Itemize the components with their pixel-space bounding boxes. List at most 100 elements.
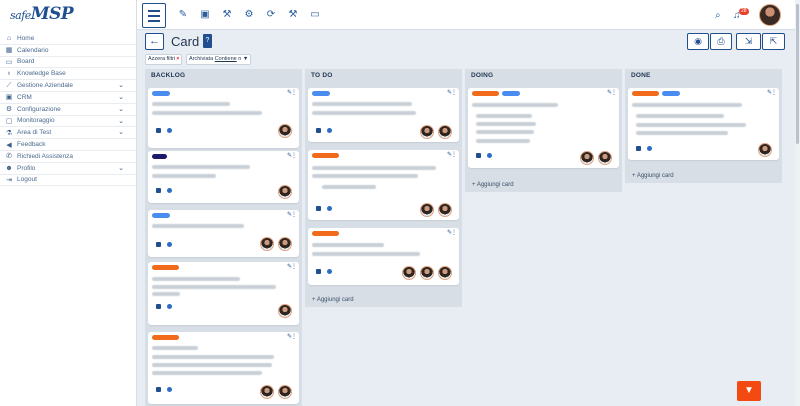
more-icon[interactable]: ⋮ [451, 151, 457, 158]
print-icon: ⎙ [717, 36, 725, 46]
add-card-button[interactable]: + Aggiungi card [625, 169, 782, 183]
tag-orange [152, 335, 179, 340]
sidebar-item-richiedi-assistenza[interactable]: ✆ Richiedi Assistenza [0, 151, 136, 163]
tag-blue [152, 91, 170, 96]
sidebar-item-configurazione[interactable]: ⚙ Configurazione ⌄ [0, 104, 136, 116]
card[interactable]: ✎ ⋮ [148, 88, 299, 148]
sidebar-item-home[interactable]: ⌂ Home [0, 33, 136, 45]
calendar-icon: ▦ [5, 47, 13, 55]
filter-icon: ▼ [242, 56, 249, 62]
gear-hand-icon[interactable]: ⚙ [243, 9, 255, 21]
close-icon[interactable]: × [176, 56, 179, 62]
menu-toggle-button[interactable] [142, 3, 166, 28]
add-card-button[interactable]: + Aggiungi card [305, 293, 462, 307]
tag-blue [662, 91, 680, 96]
add-card-button[interactable]: + Aggiungi card [465, 178, 622, 192]
sidebar-item-area-di-test[interactable]: ⚗ Area di Test ⌄ [0, 127, 136, 140]
card[interactable]: ✎ ⋮ [468, 88, 619, 168]
archive-icon [156, 387, 161, 392]
sidebar-item-crm[interactable]: ▣ CRM ⌄ [0, 92, 136, 104]
sidebar-item-feedback[interactable]: ◀ Feedback [0, 139, 136, 151]
archive-icon [156, 242, 161, 247]
card[interactable]: ✎ ⋮ [148, 210, 299, 257]
more-icon[interactable]: ⋮ [451, 229, 457, 236]
more-icon[interactable]: ⋮ [291, 89, 297, 96]
camera-button[interactable]: ◉ [687, 33, 709, 50]
more-icon[interactable]: ⋮ [291, 152, 297, 159]
user-avatar[interactable] [759, 4, 781, 26]
comment-icon [327, 128, 332, 133]
print-button[interactable]: ⎙ [710, 33, 732, 50]
card[interactable]: ✎ ⋮ [308, 150, 459, 220]
sidebar-item-gestione-aziendale[interactable]: ⟋ Gestione Aziendale ⌄ [0, 80, 136, 92]
avatar [438, 125, 452, 139]
reset-filters-chip[interactable]: Azzera filtri× [145, 54, 183, 65]
archive-icon [636, 146, 641, 151]
search-icon[interactable]: ⌕ [715, 10, 721, 21]
card[interactable]: ✎ ⋮ [308, 228, 459, 285]
chart-icon: ⟋ [6, 81, 12, 89]
avatar [402, 266, 416, 280]
chevron-down-icon: ⌄ [118, 129, 124, 137]
back-button[interactable]: ← [145, 33, 164, 50]
more-icon[interactable]: ⋮ [291, 211, 297, 218]
bulb-icon: ♁ [6, 70, 12, 78]
more-icon[interactable]: ⋮ [611, 89, 617, 96]
archived-filter-chip[interactable]: Archiviata Contiene n ▼ [186, 54, 252, 65]
chevron-down-icon: ⌄ [118, 105, 124, 113]
export-button[interactable]: ⇱ [762, 33, 785, 50]
tools-icon[interactable]: ⚒ [287, 9, 299, 21]
card[interactable]: ✎ ⋮ [148, 262, 299, 325]
column-title: TO DO [311, 72, 333, 79]
card[interactable]: ✎ ⋮ [148, 151, 299, 203]
scrollbar-thumb[interactable] [796, 4, 799, 144]
sidebar-item-board[interactable]: ▭ Board [0, 57, 136, 69]
more-icon[interactable]: ⋮ [451, 89, 457, 96]
card[interactable]: ✎ ⋮ [308, 88, 459, 142]
archive-icon [476, 153, 481, 158]
sidebar-item-profilo[interactable]: ☻ Profilo ⌄ [0, 163, 136, 175]
sync-icon[interactable]: ⟳ [265, 9, 277, 21]
notification-badge: 28 [739, 8, 749, 15]
avatar [260, 237, 274, 251]
sidebar-item-monitoraggio[interactable]: ▢ Monitoraggio ⌄ [0, 116, 136, 128]
more-icon[interactable]: ⋮ [291, 263, 297, 270]
scrollbar[interactable] [795, 0, 800, 406]
flask-icon: ⚗ [5, 129, 13, 137]
import-button[interactable]: ⇲ [736, 33, 761, 50]
id-card-icon[interactable]: ▣ [199, 9, 211, 21]
tools-icon[interactable]: ⚒ [221, 9, 233, 21]
avatar [260, 385, 274, 399]
tag-navy [152, 154, 167, 159]
avatar [420, 125, 434, 139]
avatar [438, 203, 452, 217]
more-icon[interactable]: ⋮ [771, 89, 777, 96]
avatar [580, 151, 594, 165]
clipboard-icon: ? [203, 34, 212, 48]
tag-orange [312, 231, 339, 236]
column-title: DONE [631, 72, 651, 79]
comment-icon [167, 128, 172, 133]
column-backlog: BACKLOG ✎ ⋮ ✎ ⋮ ✎ ⋮ ✎ ⋮ ✎ ⋮ [145, 69, 302, 406]
avatar [278, 237, 292, 251]
avatar [420, 203, 434, 217]
avatar [420, 266, 434, 280]
more-icon[interactable]: ⋮ [291, 333, 297, 340]
laptop-icon[interactable]: ▭ [309, 9, 321, 21]
comment-icon [167, 188, 172, 193]
sidebar-item-knowledge-base[interactable]: ♁ Knowledge Base [0, 68, 136, 81]
column-title: DOING [471, 72, 494, 79]
app-logo[interactable]: safeMSP [10, 4, 74, 24]
megaphone-icon: ◀ [6, 141, 12, 149]
avatar [758, 143, 772, 157]
filter-button[interactable]: ▼ [737, 381, 761, 401]
sidebar: safeMSP ⌂ Home ▦ Calendario ▭ Board ♁ Knowle… [0, 0, 137, 406]
pencil-icon[interactable]: ✎ [177, 9, 189, 21]
tag-blue [152, 213, 170, 218]
sidebar-item-logout[interactable]: ⇥ Logout [0, 175, 136, 187]
sidebar-item-calendario[interactable]: ▦ Calendario [0, 45, 136, 57]
card[interactable]: ✎ ⋮ [148, 332, 299, 404]
comment-icon [167, 304, 172, 309]
sidebar-nav: ⌂ Home ▦ Calendario ▭ Board ♁ Knowledge Base… [0, 33, 136, 187]
card[interactable]: ✎ ⋮ [628, 88, 779, 160]
